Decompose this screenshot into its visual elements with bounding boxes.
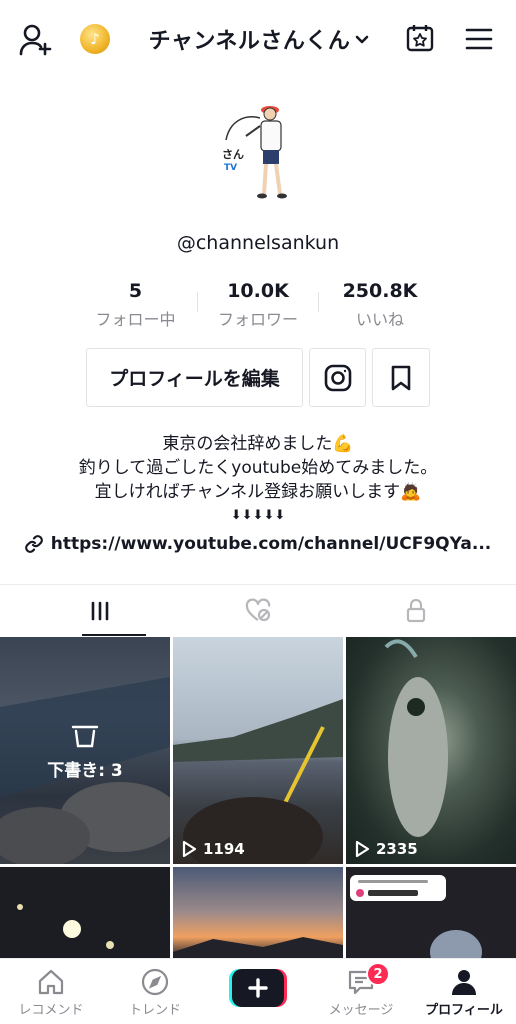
favorites-button[interactable]	[372, 348, 430, 407]
followers-label: フォロワー	[217, 310, 298, 329]
bookmark-icon	[391, 365, 411, 390]
link-text: https://www.youtube.com/channel/UCF9QYa.…	[50, 534, 492, 554]
nav-profile-label: プロフィール	[425, 1003, 503, 1018]
tab-liked[interactable]	[172, 586, 344, 636]
following-stat[interactable]: 5 フォロー中	[88, 280, 183, 330]
calendar-icon[interactable]	[404, 22, 436, 54]
view-count-value: 1194	[203, 840, 245, 858]
tab-private[interactable]	[330, 586, 502, 636]
view-count: 2335	[354, 840, 418, 858]
profile-icon	[452, 970, 476, 995]
menu-icon[interactable]	[464, 24, 494, 54]
play-icon	[182, 840, 197, 858]
page-title: チャンネルさんくん	[148, 29, 351, 54]
video-tile[interactable]: 2335	[346, 637, 516, 864]
tab-videos[interactable]	[14, 586, 186, 636]
followers-stat[interactable]: 10.0K フォロワー	[208, 280, 308, 330]
video-thumbnail	[17, 904, 114, 949]
grid-icon	[91, 601, 109, 621]
coin-icon[interactable]: ♪	[80, 24, 110, 54]
following-count: 5	[128, 280, 143, 302]
home-icon	[38, 969, 64, 995]
profile-bio: 東京の会社辞めました💪 釣りして過ごしたくyoutube始めてみました。 宜しけ…	[0, 432, 516, 528]
video-tile[interactable]	[173, 867, 343, 967]
link-icon	[24, 535, 43, 553]
instagram-button[interactable]	[309, 348, 366, 407]
add-user-icon[interactable]	[18, 22, 54, 58]
play-icon	[355, 840, 370, 858]
likes-stat[interactable]: 250.8K いいね	[335, 280, 425, 330]
content-tabs	[0, 586, 516, 636]
stat-divider	[197, 292, 198, 312]
liked-hidden-icon	[245, 598, 271, 622]
nav-messages[interactable]: メッセージ	[318, 959, 404, 1024]
chevron-down-icon	[356, 35, 369, 44]
video-thumbnail	[173, 937, 343, 967]
followers-count: 10.0K	[227, 280, 289, 302]
nav-trend-label: トレンド	[128, 1003, 181, 1018]
nav-trend[interactable]: トレンド	[112, 959, 198, 1024]
stat-divider	[318, 292, 319, 312]
svg-text:TV: TV	[224, 163, 237, 173]
notification-badge: 2	[366, 962, 390, 986]
lock-icon	[406, 598, 426, 623]
nav-home[interactable]: レコメンド	[10, 959, 92, 1024]
profile-link[interactable]: https://www.youtube.com/channel/UCF9QYa.…	[0, 534, 516, 554]
divider	[0, 584, 516, 585]
bio-line: 釣りして過ごしたくyoutube始めてみました。	[78, 458, 438, 478]
bio-line: 東京の会社辞めました💪	[162, 434, 354, 454]
likes-label: いいね	[355, 310, 404, 329]
nav-home-label: レコメンド	[18, 1003, 84, 1018]
video-thumbnail	[173, 699, 343, 864]
draft-overlay: 下書き: 3	[0, 637, 170, 864]
draft-count-label: 下書き: 3	[47, 761, 123, 781]
video-tile[interactable]	[346, 867, 516, 967]
bio-line: 宜しければチャンネル登録お願いします🙇	[94, 482, 422, 502]
video-thumbnail	[350, 875, 482, 967]
nav-messages-label: メッセージ	[328, 1003, 394, 1018]
video-tile[interactable]	[0, 867, 170, 967]
avatar[interactable]: さん TV	[208, 96, 308, 208]
compass-icon	[141, 968, 169, 996]
svg-text:さん: さん	[222, 148, 244, 161]
create-button[interactable]	[229, 969, 287, 1007]
bio-line: ⬇⬇⬇⬇⬇	[230, 508, 286, 523]
view-count: 1194	[181, 840, 245, 858]
username-handle: @channelsankun	[176, 232, 340, 254]
video-thumbnail	[384, 639, 448, 837]
draft-tile[interactable]: 下書き: 3	[0, 637, 170, 864]
instagram-icon	[324, 364, 351, 391]
coin-symbol: ♪	[90, 30, 100, 48]
nav-profile[interactable]: プロフィール	[418, 959, 510, 1024]
profile-stats: 5 フォロー中 10.0K フォロワー 250.8K いいね	[0, 280, 516, 330]
trash-drafts-icon	[71, 725, 99, 748]
view-count-value: 2335	[376, 840, 418, 858]
following-label: フォロー中	[95, 310, 176, 329]
edit-profile-button[interactable]: プロフィールを編集	[86, 348, 303, 407]
account-switcher[interactable]: チャンネルさんくん	[140, 22, 380, 56]
video-tile[interactable]: 1194	[173, 637, 343, 864]
top-bar: ♪ チャンネルさんくん	[0, 0, 516, 76]
likes-count: 250.8K	[342, 280, 418, 302]
